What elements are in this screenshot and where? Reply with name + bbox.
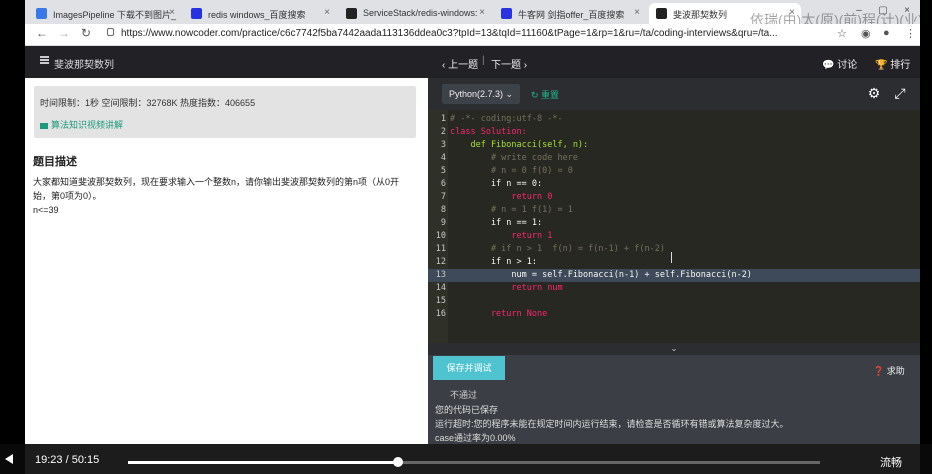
prev-problem-link[interactable]: ‹ 上一题 xyxy=(442,56,478,71)
maximize-icon[interactable]: ▢ xyxy=(871,0,895,22)
video-player-controls: 19:23 / 50:15 流畅 xyxy=(0,444,932,474)
progress-played xyxy=(128,461,398,464)
tab-servicestack[interactable]: ServiceStack/redis-windows: × xyxy=(339,3,491,24)
code-line: 9 if n == 1: xyxy=(440,218,543,228)
reset-label: 重置 xyxy=(541,90,560,100)
tab-redis-search[interactable]: redis windows_百度搜索 × xyxy=(184,3,336,24)
code-line: 1 # -*- coding:utf-8 -*- xyxy=(440,114,563,124)
playback-time: 19:23 / 50:15 xyxy=(35,454,100,466)
problem-header: 斐波那契数列 ‹ 上一题 | 下一题 › 💬 讨论 🏆 排行 xyxy=(25,46,920,78)
result-status: 不通过 xyxy=(450,390,478,400)
description-heading: 题目描述 xyxy=(33,156,77,168)
tab-imagespipeline[interactable]: ImagesPipeline 下载不到图片_ × xyxy=(29,3,181,24)
tab-favicon-icon xyxy=(656,8,667,19)
address-bar: ← → ↻ https://www.nowcoder.com/practice/… xyxy=(25,24,920,46)
editor-toolbar: Python(2.7.3) ⌄ ↻ 重置 ⚙ ⤢ xyxy=(428,78,920,110)
tab-favicon-icon xyxy=(501,8,512,19)
limits-text: 时间限制：1秒 空间限制：32768K 热度指数：406655 xyxy=(40,98,256,108)
tab-label: ServiceStack/redis-windows: xyxy=(363,8,478,18)
video-link[interactable]: 算法知识视频讲解 xyxy=(40,118,123,131)
problem-panel: 时间限制：1秒 空间限制：32768K 热度指数：406655 算法知识视频讲解… xyxy=(25,78,428,444)
settings-gear-icon[interactable]: ⚙ xyxy=(866,85,882,101)
back-icon[interactable]: ← xyxy=(33,26,51,40)
code-line: 12 if n > 1: xyxy=(435,257,537,267)
progress-bar[interactable] xyxy=(128,457,820,467)
tab-favicon-icon xyxy=(36,8,47,19)
text-cursor-icon xyxy=(671,252,674,263)
rank-label: 排行 xyxy=(890,60,911,71)
tab-close-icon[interactable]: × xyxy=(324,7,330,18)
next-label: 下一题 xyxy=(491,60,521,71)
editor-panel: Python(2.7.3) ⌄ ↻ 重置 ⚙ ⤢ 1 # -*- coding:u… xyxy=(428,78,920,444)
result-panel: 保存并调试 ❓ 求助 不通过 您的代码已保存 运行超时:您的程序未能在规定时间内… xyxy=(428,355,920,444)
video-camera-icon xyxy=(40,122,48,129)
code-line: 10 return 1 xyxy=(435,231,553,241)
profile-icon[interactable]: ● xyxy=(883,27,890,39)
page-title: 斐波那契数列 xyxy=(54,60,114,71)
extension-icon[interactable]: ◉ xyxy=(861,27,871,40)
prev-label: 上一题 xyxy=(448,60,479,71)
tab-close-icon[interactable]: × xyxy=(169,7,175,18)
bookmark-star-icon[interactable]: ☆ xyxy=(837,27,847,40)
save-and-debug-button[interactable]: 保存并调试 xyxy=(433,356,505,380)
code-line-active: 13 num = self.Fibonacci(n-1) + self.Fibo… xyxy=(428,269,920,282)
menu-icon[interactable] xyxy=(40,56,49,64)
github-icon xyxy=(346,8,357,19)
tab-close-icon[interactable]: × xyxy=(479,7,485,18)
minimize-icon[interactable]: – xyxy=(847,0,871,22)
reset-button[interactable]: ↻ 重置 xyxy=(531,88,559,101)
tab-label: redis windows_百度搜索 xyxy=(208,10,306,20)
url-field[interactable]: https://www.nowcoder.com/practice/c6c774… xyxy=(121,28,778,39)
language-select[interactable]: Python(2.7.3) ⌄ xyxy=(442,84,521,104)
code-line: 3 def Fibonacci(self, n): xyxy=(440,140,589,150)
description-line: 始，第0项为0）。 xyxy=(33,191,102,201)
code-line: 15 xyxy=(435,296,446,306)
tab-label: 牛客网 剑指offer_百度搜索 xyxy=(518,10,625,20)
code-line: 14 return num xyxy=(435,283,563,293)
close-window-icon[interactable]: × xyxy=(895,0,919,22)
tab-label: ImagesPipeline 下载不到图片_ xyxy=(53,10,177,20)
collapse-chevron-icon[interactable]: ⌄ xyxy=(428,343,920,355)
code-editor[interactable]: 1 # -*- coding:utf-8 -*- 2 class Solution:… xyxy=(428,110,920,343)
quality-select[interactable]: 流畅 xyxy=(880,454,902,470)
language-value: Python(2.7.3) xyxy=(449,89,504,99)
code-line: 4 # write code here xyxy=(440,153,578,163)
code-line: 11 # if n > 1 f(n) = f(n-1) + f(n-2) xyxy=(435,244,665,254)
help-label: 求助 xyxy=(886,366,905,376)
code-line: 16 return None xyxy=(435,309,548,319)
problem-description: 大家都知道斐波那契数列，现在要求输入一个整数n，请你输出斐波那契数列的第n项（从… xyxy=(33,175,413,217)
code-line: 8 # n = 1 f(1) = 1 xyxy=(440,205,573,215)
tab-favicon-icon xyxy=(191,8,202,19)
discuss-link[interactable]: 💬 讨论 xyxy=(822,56,857,71)
rank-link[interactable]: 🏆 排行 xyxy=(875,56,910,71)
tab-label: 斐波那契数列 xyxy=(673,10,728,20)
volume-icon[interactable] xyxy=(5,454,13,464)
code-line: 2 class Solution: xyxy=(440,127,527,137)
description-line: 大家都知道斐波那契数列，现在要求输入一个整数n，请你输出斐波那契数列的第n项（从… xyxy=(33,177,400,187)
error-message: 运行超时:您的程序未能在规定时间内运行结束，请检查是否循环有错或算法复杂度过大。 xyxy=(435,419,789,429)
tab-close-icon[interactable]: × xyxy=(634,7,640,18)
next-problem-link[interactable]: 下一题 › xyxy=(491,56,527,71)
constraint-line: n<=39 xyxy=(33,205,59,215)
result-messages: 您的代码已保存 运行超时:您的程序未能在规定时间内运行结束，请检查是否循环有错或… xyxy=(435,403,789,445)
browser-window: ImagesPipeline 下载不到图片_ × redis windows_百… xyxy=(25,0,920,474)
more-menu-icon[interactable]: ⋮ xyxy=(905,27,916,40)
video-link-label: 算法知识视频讲解 xyxy=(51,120,124,130)
pass-rate: case通过率为0.00% xyxy=(435,433,516,443)
code-line: 6 if n == 0: xyxy=(440,179,543,189)
tab-nowcoder-search[interactable]: 牛客网 剑指offer_百度搜索 × xyxy=(494,3,646,24)
lock-icon xyxy=(107,28,114,36)
discuss-label: 讨论 xyxy=(837,60,858,71)
tab-strip: ImagesPipeline 下载不到图片_ × redis windows_百… xyxy=(25,0,920,28)
forward-icon[interactable]: → xyxy=(55,26,73,40)
saved-message: 您的代码已保存 xyxy=(435,405,499,415)
reload-icon[interactable]: ↻ xyxy=(77,26,95,40)
help-link[interactable]: ❓ 求助 xyxy=(873,364,905,377)
code-line: 5 # n = 0 f(0) = 0 xyxy=(440,166,573,176)
limits-box: 时间限制：1秒 空间限制：32768K 热度指数：406655 算法知识视频讲解 xyxy=(34,86,416,138)
divider: | xyxy=(482,55,485,66)
progress-handle[interactable] xyxy=(392,457,403,467)
fullscreen-icon[interactable]: ⤢ xyxy=(892,85,908,101)
code-line: 7 return 0 xyxy=(440,192,553,202)
